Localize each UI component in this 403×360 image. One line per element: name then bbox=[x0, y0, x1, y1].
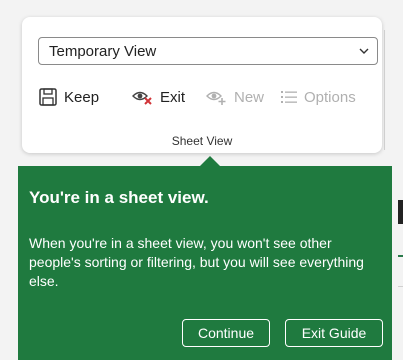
new-view-icon bbox=[206, 91, 226, 105]
exit-label: Exit bbox=[160, 88, 186, 106]
continue-button[interactable]: Continue bbox=[182, 319, 270, 347]
chevron-down-icon bbox=[359, 48, 369, 54]
sheet-view-dropdown-value: Temporary View bbox=[49, 43, 157, 60]
clipped-sheet-cell bbox=[398, 200, 403, 224]
new-label: New bbox=[234, 88, 265, 106]
group-divider bbox=[384, 30, 385, 150]
options-button[interactable]: Options bbox=[280, 85, 356, 109]
keep-label: Keep bbox=[64, 88, 100, 106]
callout-body: When you're in a sheet view, you won't s… bbox=[29, 235, 364, 289]
callout-title: You're in a sheet view. bbox=[29, 188, 209, 207]
group-label: Sheet View bbox=[171, 134, 233, 148]
clipped-top-text bbox=[323, 0, 403, 14]
sheet-view-group: Temporary View Keep Exit New Options She… bbox=[22, 17, 382, 153]
sheet-view-dropdown[interactable]: Temporary View bbox=[38, 37, 378, 65]
clipped-sheet-gridline bbox=[398, 286, 403, 287]
exit-button[interactable]: Exit bbox=[132, 85, 185, 109]
save-icon bbox=[39, 88, 57, 106]
keep-button[interactable]: Keep bbox=[38, 85, 99, 109]
exit-view-icon bbox=[132, 91, 152, 105]
options-label: Options bbox=[304, 88, 356, 106]
clipped-sheet-line bbox=[398, 255, 403, 257]
options-list-icon bbox=[281, 91, 297, 103]
sheet-view-buttons: Keep Exit New Options bbox=[38, 85, 378, 109]
sheet-view-callout: You're in a sheet view. When you're in a… bbox=[18, 166, 392, 360]
new-view-button[interactable]: New bbox=[206, 85, 264, 109]
exit-guide-button[interactable]: Exit Guide bbox=[285, 319, 383, 347]
